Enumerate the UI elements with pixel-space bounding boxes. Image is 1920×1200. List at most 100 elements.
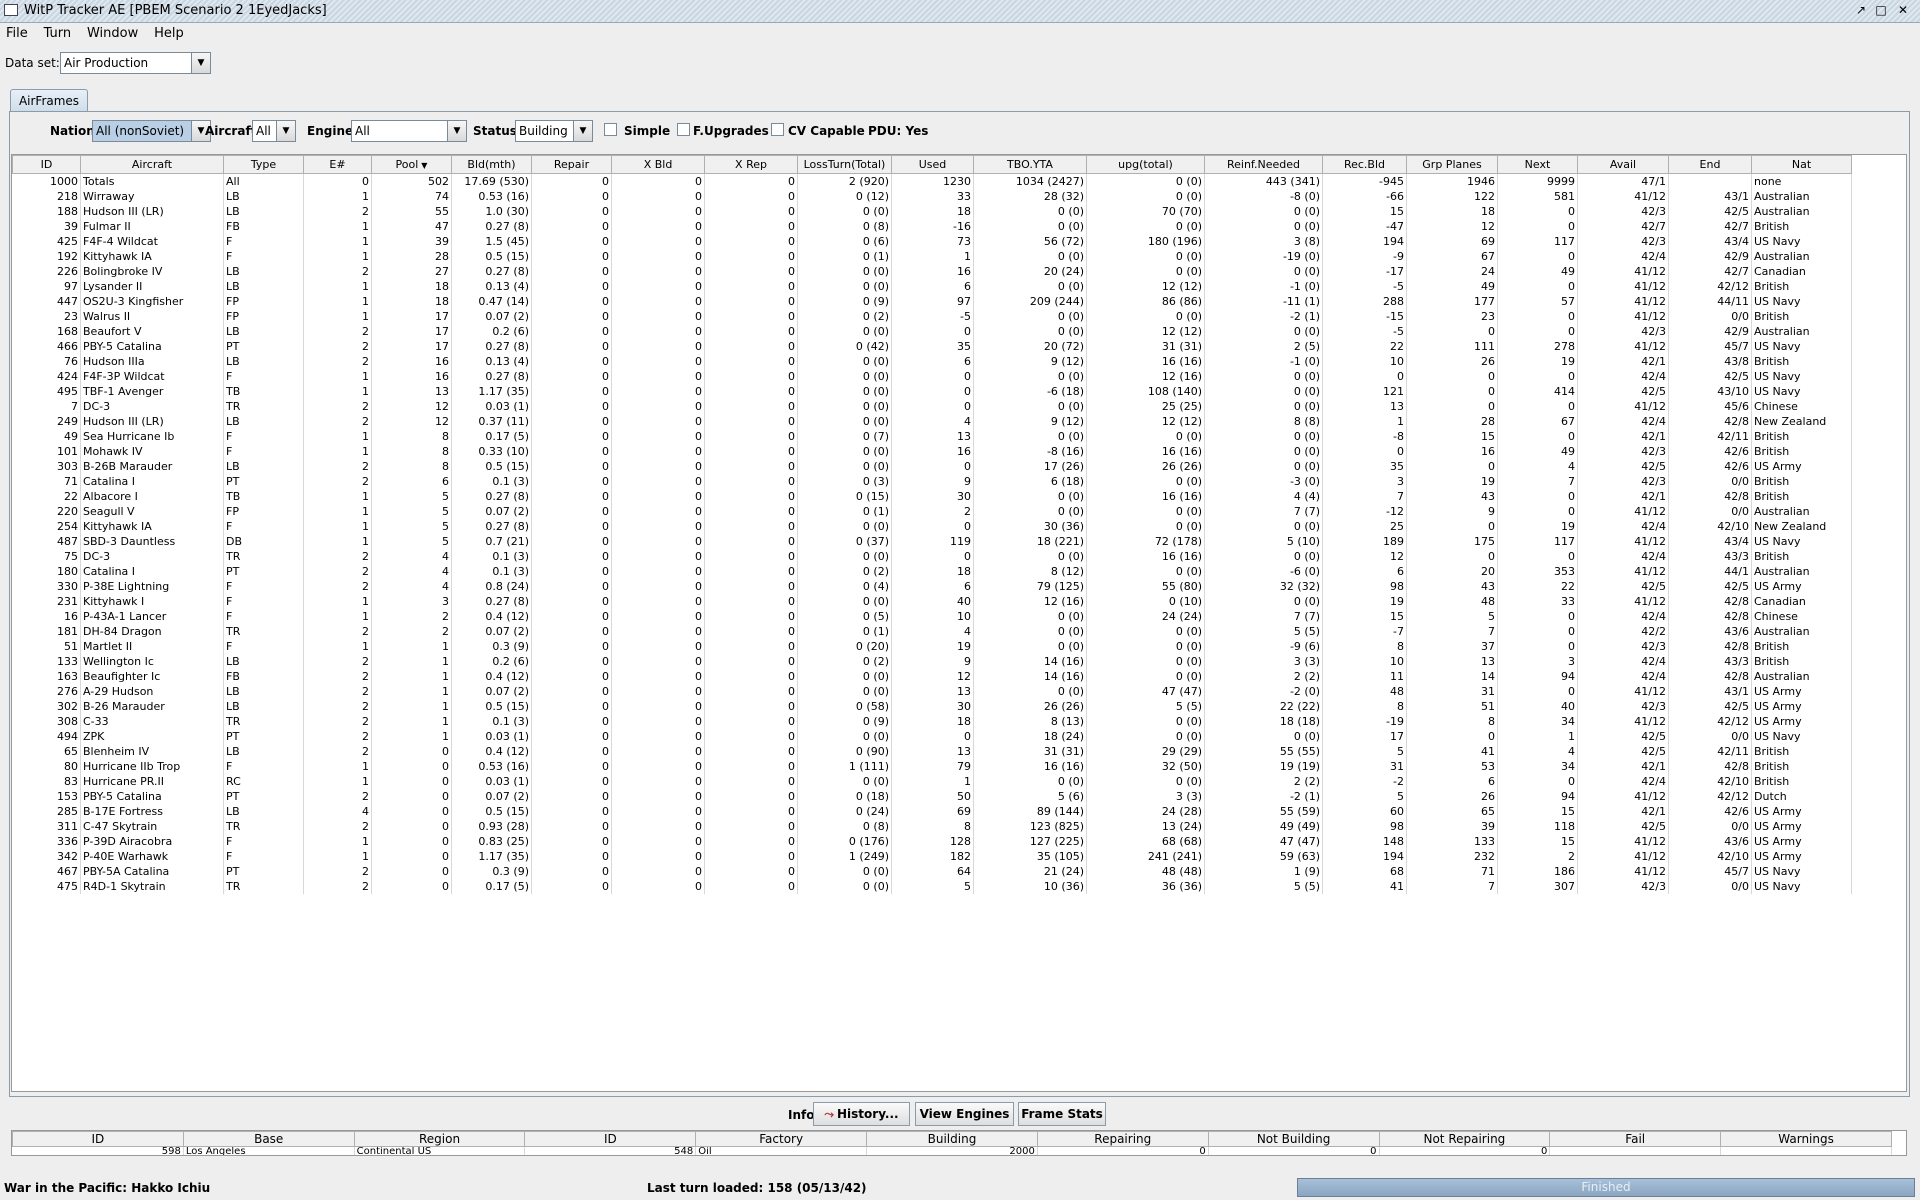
table-row[interactable]: 83 Hurricane PR.II RC 1 0 0.03 (1) 0 0 0 0 (0) 1 0 …: [12, 774, 1852, 789]
minimize-icon[interactable]: ↗: [1852, 2, 1870, 19]
table-row[interactable]: 218 Wirraway LB 1 74 0.53 (16) 0 0 0 0 (12) 33 28 (…: [12, 189, 1852, 204]
table-row[interactable]: 254 Kittyhawk IA F 1 5 0.27 (8) 0 0 0 0 (0) 0 30 (3…: [12, 519, 1852, 534]
table-row[interactable]: 49 Sea Hurricane Ib F 1 8 0.17 (5) 0 0 0 0 (7) 13 0…: [12, 429, 1852, 444]
table-row[interactable]: 163 Beaufighter Ic FB 2 1 0.4 (12) 0 0 0 0 (0) 12 1…: [12, 669, 1852, 684]
column-header[interactable]: Used: [891, 155, 974, 174]
nation-select[interactable]: All (nonSoviet) ▼: [92, 120, 211, 142]
cv-capable-checkbox[interactable]: [771, 123, 784, 136]
column-header[interactable]: Repairing: [1036, 1131, 1209, 1147]
column-header[interactable]: Not Repairing: [1378, 1131, 1551, 1147]
table-row[interactable]: 336 P-39D Airacobra F 1 0 0.83 (25) 0 0 0 0 (176)…: [12, 834, 1852, 849]
column-header[interactable]: E#: [303, 155, 372, 174]
table-row[interactable]: 342 P-40E Warhawk F 1 0 1.17 (35) 0 0 0 1 (249) 18…: [12, 849, 1852, 864]
frame-stats-button[interactable]: Frame Stats: [1018, 1102, 1106, 1126]
column-header[interactable]: End: [1668, 155, 1752, 174]
column-header[interactable]: Next: [1497, 155, 1578, 174]
menu-file[interactable]: File: [6, 23, 28, 45]
column-header[interactable]: Building: [866, 1131, 1038, 1147]
table-row[interactable]: 180 Catalina I PT 2 4 0.1 (3) 0 0 0 0 (2) 18 8 (12)…: [12, 564, 1852, 579]
column-header[interactable]: TBO.YTA: [973, 155, 1087, 174]
dataset-select[interactable]: Air Production ▼: [60, 52, 211, 74]
table-row[interactable]: 276 A-29 Hudson LB 2 1 0.07 (2) 0 0 0 0 (0) 13 0 (0…: [12, 684, 1852, 699]
table-row[interactable]: 487 SBD-3 Dauntless DB 1 5 0.7 (21) 0 0 0 0 (37) 1…: [12, 534, 1852, 549]
table-row[interactable]: 71 Catalina I PT 2 6 0.1 (3) 0 0 0 0 (3) 9 6 (18) 0 …: [12, 474, 1852, 489]
column-header[interactable]: Aircraft: [80, 155, 224, 174]
table-row[interactable]: 39 Fulmar II FB 1 47 0.27 (8) 0 0 0 0 (8) -16 0 (0)…: [12, 219, 1852, 234]
column-header[interactable]: Pool ▼: [371, 155, 452, 174]
column-header[interactable]: upg(total): [1086, 155, 1205, 174]
menu-help[interactable]: Help: [154, 23, 184, 45]
aircraft-select[interactable]: All ▼: [252, 120, 296, 142]
column-header[interactable]: Nat: [1751, 155, 1852, 174]
column-header[interactable]: Bld(mth): [451, 155, 532, 174]
column-header[interactable]: Warnings: [1720, 1131, 1892, 1147]
column-header[interactable]: Rec.Bld: [1322, 155, 1407, 174]
table-row[interactable]: 495 TBF-1 Avenger TB 1 13 1.17 (35) 0 0 0 0 (0) 0-…: [12, 384, 1852, 399]
column-header[interactable]: Region: [353, 1131, 526, 1147]
menu-turn[interactable]: Turn: [44, 23, 72, 45]
table-row[interactable]: 303 B-26B Marauder LB 2 8 0.5 (15) 0 0 0 0 (0) 0 17…: [12, 459, 1852, 474]
table-row[interactable]: 475 R4D-1 Skytrain TR 2 0 0.17 (5) 0 0 0 0 (0) 5 10…: [12, 879, 1852, 894]
table-row[interactable]: 23 Walrus II FP 1 17 0.07 (2) 0 0 0 0 (2) -5 0 (0) 0…: [12, 309, 1852, 324]
table-row[interactable]: 466 PBY-5 Catalina PT 2 17 0.27 (8) 0 0 0 0 (42) 3…: [12, 339, 1852, 354]
table-row[interactable]: 302 B-26 Marauder LB 2 1 0.5 (15) 0 0 0 0 (58) 30 2…: [12, 699, 1852, 714]
table-row[interactable]: 226 Bolingbroke IV LB 2 27 0.27 (8) 0 0 0 0 (0) 16…: [12, 264, 1852, 279]
column-header[interactable]: X Rep: [704, 155, 798, 174]
view-engines-button[interactable]: View Engines: [915, 1102, 1014, 1126]
simple-checkbox[interactable]: [604, 123, 617, 136]
table-row[interactable]: 188 Hudson III (LR) LB 2 55 1.0 (30) 0 0 0 0 (0) 1…: [12, 204, 1852, 219]
table-row[interactable]: 153 PBY-5 Catalina PT 2 0 0.07 (2) 0 0 0 0 (18) 50…: [12, 789, 1852, 804]
maximize-icon[interactable]: □: [1872, 2, 1890, 19]
tab-airframes[interactable]: AirFrames: [10, 89, 88, 111]
table-row[interactable]: 192 Kittyhawk IA F 1 28 0.5 (15) 0 0 0 0 (1) 1 0 (0…: [12, 249, 1852, 264]
table-row[interactable]: 249 Hudson III (LR) LB 2 12 0.37 (11) 0 0 0 0 (0)…: [12, 414, 1852, 429]
table-row[interactable]: 76 Hudson IIIa LB 2 16 0.13 (4) 0 0 0 0 (0) 6 9 (12…: [12, 354, 1852, 369]
table-row[interactable]: 7 DC-3 TR 2 12 0.03 (1) 0 0 0 0 (0) 0 0 (0) 25 (25) 0…: [12, 399, 1852, 414]
column-header[interactable]: Avail: [1577, 155, 1669, 174]
table-row[interactable]: 16 P-43A-1 Lancer F 1 2 0.4 (12) 0 0 0 0 (5) 10 0 (…: [12, 609, 1852, 624]
table-row[interactable]: 133 Wellington Ic LB 2 1 0.2 (6) 0 0 0 0 (2) 9 14 (…: [12, 654, 1852, 669]
table-row[interactable]: 424 F4F-3P Wildcat F 1 16 0.27 (8) 0 0 0 0 (0) 0 0 …: [12, 369, 1852, 384]
close-icon[interactable]: ✕: [1894, 2, 1912, 19]
column-header[interactable]: ID: [524, 1131, 697, 1147]
table-row[interactable]: 80 Hurricane IIb Trop F 1 0 0.53 (16) 0 0 0 1 (11…: [12, 759, 1852, 774]
table-row[interactable]: 494 ZPK PT 2 1 0.03 (1) 0 0 0 0 (0) 0 18 (24) 0 (0) 0…: [12, 729, 1852, 744]
column-header[interactable]: Base: [182, 1131, 355, 1147]
column-header[interactable]: LossTurn(Total): [797, 155, 892, 174]
table-row[interactable]: 467 PBY-5A Catalina PT 2 0 0.3 (9) 0 0 0 0 (0) 64 2…: [12, 864, 1852, 879]
table-row[interactable]: 1000 Totals All 0 502 17.69 (530) 0 0 0 2 (920) 12…: [12, 173, 1852, 189]
column-header[interactable]: Repair: [531, 155, 612, 174]
engine-select[interactable]: All ▼: [351, 120, 467, 142]
column-header[interactable]: Grp Planes: [1406, 155, 1498, 174]
column-header[interactable]: Type: [223, 155, 304, 174]
table-row[interactable]: 425 F4F-4 Wildcat F 1 39 1.5 (45) 0 0 0 0 (6) 73 56…: [12, 234, 1852, 249]
table-row[interactable]: 168 Beaufort V LB 2 17 0.2 (6) 0 0 0 0 (0) 0 0 (0) 1…: [12, 324, 1852, 339]
column-header[interactable]: X Bld: [611, 155, 705, 174]
table-row[interactable]: 97 Lysander II LB 1 18 0.13 (4) 0 0 0 0 (0) 6 0 (0)…: [12, 279, 1852, 294]
menu-window[interactable]: Window: [87, 23, 138, 45]
table-row[interactable]: 51 Martlet II F 1 1 0.3 (9) 0 0 0 0 (20) 19 0 (0) 0 …: [12, 639, 1852, 654]
table-row[interactable]: 75 DC-3 TR 2 4 0.1 (3) 0 0 0 0 (0) 0 0 (0) 16 (16) 0 …: [12, 549, 1852, 564]
column-header[interactable]: Not Building: [1207, 1131, 1380, 1147]
table-row[interactable]: 598 Los Angeles Continental US 548 Oil 2000 0 0…: [12, 1146, 1892, 1155]
table-row[interactable]: 22 Albacore I TB 1 5 0.27 (8) 0 0 0 0 (15) 30 0 (0)…: [12, 489, 1852, 504]
table-row[interactable]: 308 C-33 TR 2 1 0.1 (3) 0 0 0 0 (9) 18 8 (13) 0 (0) 1…: [12, 714, 1852, 729]
table-cell: 0: [704, 414, 798, 429]
table-row[interactable]: 330 P-38E Lightning F 2 4 0.8 (24) 0 0 0 0 (4) 6 79…: [12, 579, 1852, 594]
fupgrades-checkbox[interactable]: [677, 123, 690, 136]
table-row[interactable]: 220 Seagull V FP 1 5 0.07 (2) 0 0 0 0 (1) 2 0 (0) 0 …: [12, 504, 1852, 519]
table-row[interactable]: 311 C-47 Skytrain TR 2 0 0.93 (28) 0 0 0 0 (8) 8 12…: [12, 819, 1852, 834]
table-row[interactable]: 65 Blenheim IV LB 2 0 0.4 (12) 0 0 0 0 (90) 13 31 (…: [12, 744, 1852, 759]
history-button[interactable]: ⤳ History...: [813, 1102, 910, 1126]
status-select[interactable]: Building ▼: [515, 120, 593, 142]
column-header[interactable]: Factory: [695, 1131, 868, 1147]
table-row[interactable]: 101 Mohawk IV F 1 8 0.33 (10) 0 0 0 0 (0) 16 -8 (16…: [12, 444, 1852, 459]
table-row[interactable]: 447 OS2U-3 Kingfisher FP 1 18 0.47 (14) 0 0 0 0 (…: [12, 294, 1852, 309]
column-header[interactable]: ID: [12, 1131, 184, 1147]
column-header[interactable]: Reinf.Needed: [1204, 155, 1323, 174]
table-row[interactable]: 181 DH-84 Dragon TR 2 2 0.07 (2) 0 0 0 0 (1) 4 0 (0…: [12, 624, 1852, 639]
table-row[interactable]: 231 Kittyhawk I F 1 3 0.27 (8) 0 0 0 0 (0) 40 12 (1…: [12, 594, 1852, 609]
column-header[interactable]: ID: [12, 155, 81, 174]
table-row[interactable]: 285 B-17E Fortress LB 4 0 0.5 (15) 0 0 0 0 (24) 69…: [12, 804, 1852, 819]
column-header[interactable]: Fail: [1549, 1131, 1722, 1147]
